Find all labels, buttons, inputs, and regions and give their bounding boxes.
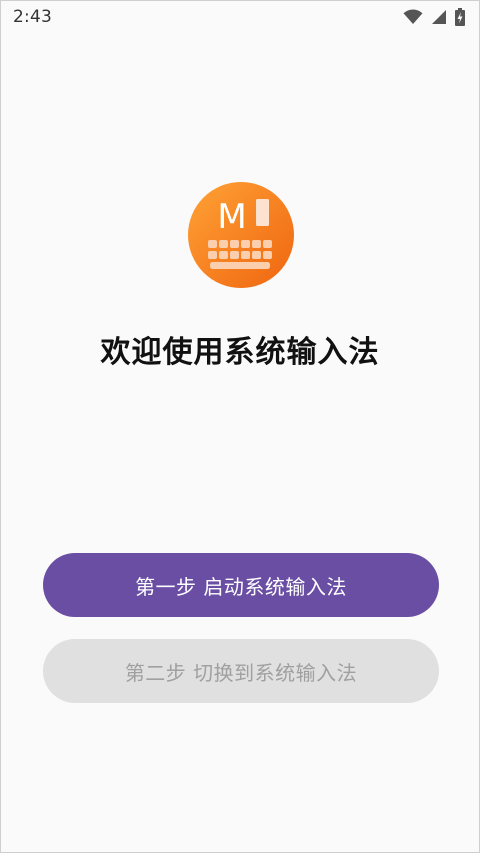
status-icons — [403, 8, 465, 26]
welcome-title: 欢迎使用系统输入法 — [100, 335, 380, 370]
logo-cursor-block — [256, 199, 269, 226]
app-logo: M — [188, 182, 294, 288]
status-bar: 2:43 — [1, 1, 479, 33]
wifi-icon — [403, 9, 423, 24]
step2-switch-ime-button[interactable]: 第二步 切换到系统输入法 — [43, 639, 439, 703]
step1-enable-ime-button[interactable]: 第一步 启动系统输入法 — [43, 553, 439, 617]
status-time: 2:43 — [13, 7, 52, 27]
logo-letter: M — [217, 197, 246, 237]
cellular-signal-icon — [432, 10, 446, 24]
battery-charging-icon — [455, 8, 465, 26]
